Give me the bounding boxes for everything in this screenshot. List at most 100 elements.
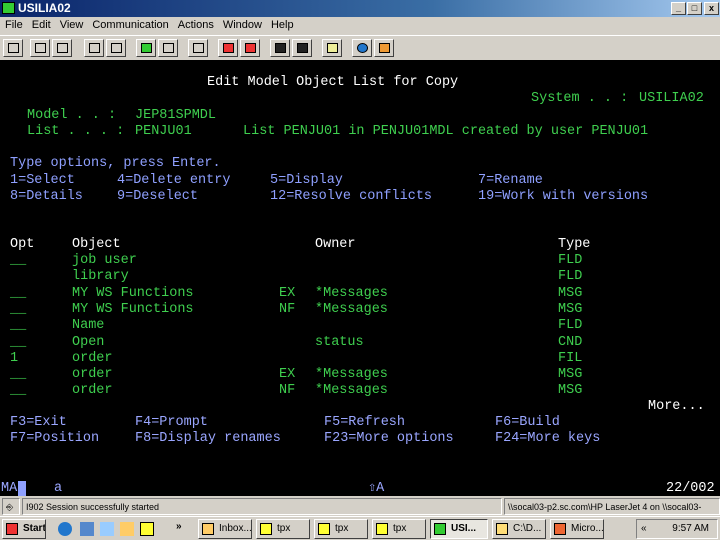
print-screen-button[interactable] — [3, 39, 23, 57]
outlook-icon — [202, 523, 214, 535]
row-qualifier: EX — [279, 367, 296, 383]
row-object: order — [72, 367, 113, 383]
clipboard-button[interactable] — [322, 39, 342, 57]
help-button[interactable] — [374, 39, 394, 57]
row-qualifier: NF — [279, 301, 296, 317]
row-object: MY WS Functions — [72, 285, 194, 301]
row-owner: *Messages — [315, 285, 388, 301]
copy-button[interactable] — [30, 39, 50, 57]
row-option-input[interactable]: __ — [10, 318, 26, 334]
fkey-prompt[interactable]: F4=Prompt — [135, 415, 208, 431]
row-option-input[interactable]: __ — [10, 253, 26, 269]
task-folder[interactable]: C:\D... — [492, 519, 546, 539]
receive-button[interactable] — [106, 39, 126, 57]
fkey-build[interactable]: F6=Build — [495, 415, 560, 431]
outlook-icon[interactable] — [120, 522, 134, 536]
fkey-more-options[interactable]: F23=More options — [324, 431, 454, 447]
status-bar: ⎆ I902 Session successfully started \\so… — [0, 497, 720, 516]
task-tpx-1[interactable]: tpx — [256, 519, 310, 539]
row-option-input[interactable]: __ — [10, 367, 26, 383]
fkey-position[interactable]: F7=Position — [10, 431, 99, 447]
row-owner: *Messages — [315, 367, 388, 383]
row-option-input[interactable]: 1 — [10, 351, 18, 367]
fkey-refresh[interactable]: F5=Refresh — [324, 415, 405, 431]
row-type: MSG — [558, 367, 583, 383]
tpx-icon — [376, 523, 388, 535]
option-rename: 7=Rename — [478, 173, 543, 188]
menu-window[interactable]: Window — [223, 19, 262, 31]
task-tpx-3[interactable]: tpx — [372, 519, 426, 539]
start-button[interactable]: Start — [2, 519, 46, 539]
minimize-button[interactable]: _ — [671, 2, 686, 15]
quicklaunch-chevron[interactable]: » — [176, 521, 182, 532]
menu-help[interactable]: Help — [271, 19, 294, 31]
row-option-input[interactable]: __ — [10, 286, 26, 302]
fkey-display-renames[interactable]: F8=Display renames — [135, 431, 281, 447]
display-button[interactable] — [136, 39, 156, 57]
app-icon — [2, 2, 15, 14]
terminal-screen[interactable]: Edit Model Object List for Copy System .… — [0, 60, 720, 496]
row-owner: status — [315, 334, 364, 350]
desktop-icon[interactable] — [100, 522, 114, 536]
macro-button[interactable] — [292, 39, 312, 57]
list-value: PENJU01 — [135, 124, 192, 139]
cursor — [18, 481, 26, 496]
toolbar — [0, 35, 720, 59]
keyboard-icon — [193, 43, 204, 53]
oia-indicator: MA — [1, 481, 18, 496]
screen-title: Edit Model Object List for Copy — [207, 75, 459, 90]
close-button[interactable]: x — [704, 2, 719, 15]
menu-edit[interactable]: Edit — [32, 19, 51, 31]
row-type: FLD — [558, 253, 583, 268]
outlook-express-icon[interactable] — [80, 522, 94, 536]
oia-shift: ⇧A — [368, 481, 385, 496]
status-message: I902 Session successfully started — [22, 498, 502, 515]
play-icon — [275, 43, 286, 53]
powerpoint-icon — [554, 523, 566, 535]
menu-communication[interactable]: Communication — [92, 19, 168, 31]
row-object: MY WS Functions — [72, 301, 194, 317]
tpx-quick-icon[interactable] — [140, 522, 154, 536]
keyboard-button[interactable] — [188, 39, 208, 57]
option-versions: 19=Work with versions — [478, 189, 649, 204]
record-macro-button[interactable] — [218, 39, 238, 57]
fkey-more-keys[interactable]: F24=More keys — [495, 431, 600, 447]
maximize-button[interactable]: □ — [687, 2, 702, 15]
window-title: USILIA02 — [18, 1, 71, 15]
title-bar: USILIA02 _ □ x — [0, 0, 720, 17]
record-icon — [223, 43, 234, 53]
row-option-input[interactable]: __ — [10, 335, 26, 351]
help-icon — [379, 43, 390, 53]
row-owner: *Messages — [315, 301, 388, 317]
task-usilia02[interactable]: USI... — [430, 519, 488, 539]
send-button[interactable] — [84, 39, 104, 57]
row-option-input[interactable]: __ — [10, 302, 26, 318]
option-deselect: 9=Deselect — [117, 189, 199, 204]
row-qualifier: NF — [279, 383, 296, 399]
header-opt: Opt — [10, 237, 35, 252]
tray-chevron[interactable]: « — [641, 520, 647, 538]
menu-view[interactable]: View — [60, 19, 84, 31]
task-microsoft[interactable]: Micro... — [550, 519, 604, 539]
task-tpx-2[interactable]: tpx — [314, 519, 368, 539]
row-option-input[interactable]: __ — [10, 383, 26, 399]
stop-macro-button[interactable] — [240, 39, 260, 57]
header-object: Object — [72, 237, 121, 252]
web-button[interactable] — [352, 39, 372, 57]
stop-icon — [245, 43, 256, 53]
system-label: System . . : — [531, 91, 629, 106]
menu-file[interactable]: File — [5, 19, 23, 31]
tpx-icon — [260, 523, 272, 535]
fkey-exit[interactable]: F3=Exit — [10, 415, 67, 431]
terminal-icon — [434, 523, 446, 535]
row-type: CND — [558, 334, 583, 350]
option-display: 5=Display — [270, 173, 343, 188]
paste-button[interactable] — [52, 39, 72, 57]
play-macro-button[interactable] — [270, 39, 290, 57]
ie-icon[interactable] — [58, 522, 72, 536]
option-select: 1=Select — [10, 173, 75, 188]
menu-actions[interactable]: Actions — [178, 19, 214, 31]
model-label: Model . . : — [27, 108, 117, 123]
task-inbox[interactable]: Inbox... — [198, 519, 252, 539]
session-button[interactable] — [158, 39, 178, 57]
